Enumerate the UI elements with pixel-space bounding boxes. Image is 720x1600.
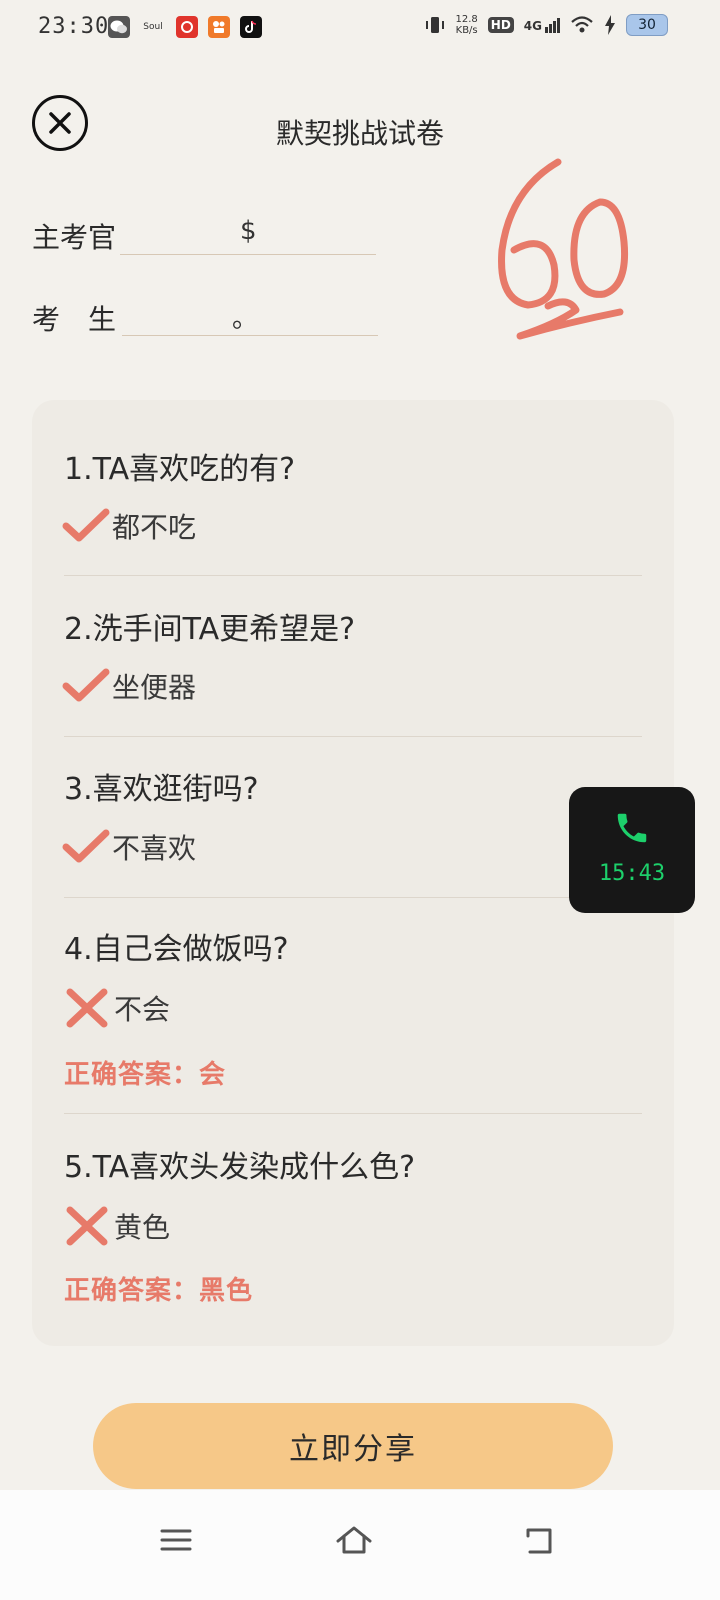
back-button[interactable] xyxy=(518,1520,562,1560)
battery-indicator: 30 xyxy=(626,14,668,36)
examiner-value: $ xyxy=(240,216,257,246)
answer-text: 黄色 xyxy=(114,1211,171,1244)
divider xyxy=(64,575,642,576)
question-title: 4.自己会做饭吗? xyxy=(64,932,289,967)
divider xyxy=(64,897,642,898)
share-button[interactable]: 立即分享 xyxy=(93,1403,613,1489)
vibrate-icon xyxy=(425,17,444,33)
answer-row: 坐便器 xyxy=(62,662,196,710)
examiner-underline xyxy=(120,254,376,255)
answer-text: 都不吃 xyxy=(112,511,197,544)
question-title: 3.喜欢逛街吗? xyxy=(64,772,259,807)
examinee-underline xyxy=(122,335,378,336)
status-bar: 23:30 Soul 12.8 KB/s HD 4G 30 xyxy=(0,0,720,56)
score: 60 xyxy=(480,150,650,360)
cross-icon xyxy=(66,988,108,1028)
soul-icon: Soul xyxy=(143,22,163,32)
question-title: 2.洗手间TA更希望是? xyxy=(64,612,356,647)
correct-answer: 正确答案：会 xyxy=(64,1060,227,1090)
signal-icon: 4G xyxy=(524,17,560,33)
menu-icon xyxy=(160,1529,192,1551)
home-icon xyxy=(336,1526,372,1554)
wechat-icon xyxy=(108,16,130,38)
divider xyxy=(64,736,642,737)
answer-row: 都不吃 xyxy=(62,502,196,550)
divider xyxy=(64,1113,642,1114)
hd-badge: HD xyxy=(487,17,514,33)
network-speed: 12.8 KB/s xyxy=(455,14,478,36)
netease-music-icon xyxy=(176,16,198,38)
call-widget[interactable]: 15:43 xyxy=(569,787,695,913)
navigation-bar xyxy=(0,1490,720,1600)
examinee-label: 考 生 xyxy=(32,303,117,336)
correct-answer: 正确答案：黑色 xyxy=(64,1276,254,1306)
check-icon xyxy=(62,508,110,542)
answer-row: 黄色 xyxy=(64,1202,170,1250)
check-icon xyxy=(62,668,110,702)
home-button[interactable] xyxy=(332,1520,376,1560)
kuaishou-icon xyxy=(208,16,230,38)
cross-icon xyxy=(66,1206,108,1246)
check-icon xyxy=(62,829,110,863)
answer-row: 不会 xyxy=(64,984,170,1032)
system-status: 12.8 KB/s HD 4G 30 xyxy=(424,14,668,36)
answer-text: 不喜欢 xyxy=(112,832,197,865)
examinee-value: 。 xyxy=(232,304,259,334)
charging-icon xyxy=(605,15,615,35)
status-time: 23:30 xyxy=(38,14,110,39)
menu-button[interactable] xyxy=(154,1520,198,1560)
answer-row: 不喜欢 xyxy=(62,823,196,871)
phone-icon xyxy=(617,813,647,843)
wifi-icon xyxy=(571,16,593,33)
douyin-icon xyxy=(240,16,262,38)
page-title: 默契挑战试卷 xyxy=(275,117,444,150)
examiner-label: 主考官 xyxy=(32,221,117,254)
call-duration: 15:43 xyxy=(598,861,666,886)
notification-icons: Soul xyxy=(108,16,262,38)
back-icon xyxy=(526,1528,552,1554)
answer-text: 坐便器 xyxy=(112,671,197,704)
question-title: 1.TA喜欢吃的有? xyxy=(64,452,296,487)
answer-text: 不会 xyxy=(114,993,171,1026)
question-title: 5.TA喜欢头发染成什么色? xyxy=(64,1150,416,1185)
